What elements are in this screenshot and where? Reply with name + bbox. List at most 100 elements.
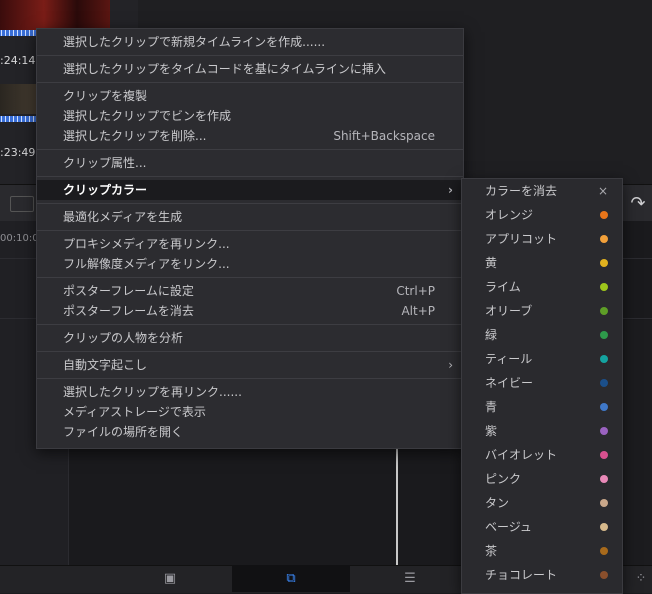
color-option-label: オレンジ bbox=[485, 208, 534, 222]
color-option-label: ベージュ bbox=[485, 520, 532, 534]
color-option[interactable]: ピンク bbox=[462, 467, 622, 491]
menu-item[interactable]: メディアストレージで表示 bbox=[37, 402, 463, 422]
timeline-scroll-region[interactable] bbox=[624, 320, 652, 565]
menu-item[interactable]: 選択したクリップをタイムコードを基にタイムラインに挿入 bbox=[37, 59, 463, 79]
color-option-label: ティール bbox=[485, 352, 533, 366]
menu-item-label: 最適化メディアを生成 bbox=[63, 210, 183, 224]
menu-item[interactable]: フル解像度メディアをリンク... bbox=[37, 254, 463, 274]
color-option[interactable]: 緑 bbox=[462, 323, 622, 347]
menu-group: 選択したクリップを再リンク...... メディアストレージで表示 ファイルの場所を開… bbox=[37, 379, 463, 445]
redo-icon[interactable]: ↷ bbox=[626, 192, 650, 216]
menu-group: 選択したクリップで新規タイムラインを作成...... bbox=[37, 29, 463, 56]
menu-item-label: 自動文字起こし bbox=[63, 358, 148, 372]
menu-item[interactable]: 最適化メディアを生成 bbox=[37, 207, 463, 227]
menu-item[interactable]: ポスターフレームに設定 Ctrl+P bbox=[37, 281, 463, 301]
color-option[interactable]: ティール bbox=[462, 347, 622, 371]
menu-item[interactable]: プロキシメディアを再リンク... bbox=[37, 234, 463, 254]
menu-item-label: 選択したクリップでビンを作成 bbox=[63, 109, 232, 123]
color-option[interactable]: チョコレート bbox=[462, 563, 622, 587]
menu-item-label: クリップの人物を分析 bbox=[63, 331, 184, 345]
clear-color-label: カラーを消去 bbox=[485, 184, 558, 198]
color-option[interactable]: 紫 bbox=[462, 419, 622, 443]
clip-color-submenu: カラーを消去 × オレンジアプリコット黄ライムオリーブ緑ティールネイビー青紫バイ… bbox=[461, 178, 623, 594]
media-page-icon[interactable]: ▣ bbox=[140, 565, 200, 592]
drag-handle[interactable] bbox=[10, 196, 34, 212]
menu-item-label: クリップを複製 bbox=[63, 89, 148, 103]
color-option[interactable]: 茶 bbox=[462, 539, 622, 563]
color-option[interactable]: オリーブ bbox=[462, 299, 622, 323]
color-option-label: ライム bbox=[485, 280, 521, 294]
menu-group: クリップの人物を分析 bbox=[37, 325, 463, 352]
color-swatch-icon bbox=[600, 499, 608, 507]
color-option-label: ピンク bbox=[485, 472, 522, 486]
color-swatch-icon bbox=[600, 451, 608, 459]
menu-item-label: メディアストレージで表示 bbox=[63, 405, 206, 419]
clip-context-menu: 選択したクリップで新規タイムラインを作成...... 選択したクリップをタイムコー… bbox=[36, 28, 464, 449]
menu-group: 自動文字起こし › bbox=[37, 352, 463, 379]
color-option[interactable]: ベージュ bbox=[462, 515, 622, 539]
color-option-label: 茶 bbox=[485, 544, 498, 558]
menu-item[interactable]: ファイルの場所を開く bbox=[37, 422, 463, 442]
color-option-label: 緑 bbox=[485, 328, 498, 342]
color-option-label: タン bbox=[485, 496, 510, 510]
menu-item[interactable]: ポスターフレームを消去 Alt+P bbox=[37, 301, 463, 321]
menu-item[interactable]: 選択したクリップで新規タイムラインを作成...... bbox=[37, 32, 463, 52]
color-swatch-icon bbox=[600, 475, 608, 483]
menu-item-label: クリップカラー bbox=[63, 183, 148, 197]
menu-item[interactable]: 選択したクリップを再リンク...... bbox=[37, 382, 463, 402]
chevron-right-icon: › bbox=[448, 183, 453, 197]
color-option-label: 紫 bbox=[485, 424, 498, 438]
close-icon: × bbox=[597, 184, 608, 198]
color-swatch-icon bbox=[600, 307, 608, 315]
menu-group: クリップカラー › bbox=[37, 177, 463, 204]
menu-item[interactable]: クリップの人物を分析 bbox=[37, 328, 463, 348]
color-swatch-icon bbox=[600, 283, 608, 291]
color-swatch-icon bbox=[600, 427, 608, 435]
menu-item-label: ファイルの場所を開く bbox=[63, 425, 184, 439]
color-option-label: チョコレート bbox=[485, 568, 558, 582]
clip-thumbnail[interactable] bbox=[0, 0, 110, 30]
menu-item[interactable]: 選択したクリップでビンを作成 bbox=[37, 106, 463, 126]
menu-group: クリップ属性... bbox=[37, 150, 463, 177]
menu-group: クリップを複製選択したクリップでビンを作成 選択したクリップを削除... Shift… bbox=[37, 83, 463, 150]
menu-item-label: 選択したクリップをタイムコードを基にタイムラインに挿入 bbox=[63, 62, 386, 76]
more-icon[interactable]: ⁘ bbox=[630, 565, 652, 592]
color-swatch-icon bbox=[600, 547, 608, 555]
color-option[interactable]: オレンジ bbox=[462, 203, 622, 227]
clear-color-item[interactable]: カラーを消去 × bbox=[462, 179, 622, 203]
color-option-label: バイオレット bbox=[485, 448, 558, 462]
menu-item-shortcut: Alt+P bbox=[401, 304, 435, 318]
color-swatch-icon bbox=[600, 523, 608, 531]
menu-item-label: 選択したクリップを削除... bbox=[63, 129, 207, 143]
menu-group: 選択したクリップをタイムコードを基にタイムラインに挿入 bbox=[37, 56, 463, 83]
menu-item-shortcut: Shift+Backspace bbox=[333, 129, 435, 143]
color-option[interactable]: ネイビー bbox=[462, 371, 622, 395]
menu-item[interactable]: クリップカラー › bbox=[37, 180, 463, 200]
color-option[interactable]: バイオレット bbox=[462, 443, 622, 467]
color-option-label: アプリコット bbox=[485, 232, 558, 246]
color-swatch-icon bbox=[600, 259, 608, 267]
color-option[interactable]: アプリコット bbox=[462, 227, 622, 251]
playhead[interactable] bbox=[396, 440, 398, 565]
color-option-label: オリーブ bbox=[485, 304, 533, 318]
menu-item[interactable]: クリップを複製 bbox=[37, 86, 463, 106]
menu-item-label: フル解像度メディアをリンク... bbox=[63, 257, 230, 271]
color-option[interactable]: 黄 bbox=[462, 251, 622, 275]
clip-timecode: :24:14 bbox=[0, 54, 36, 67]
color-option-label: 黄 bbox=[485, 256, 498, 270]
chevron-right-icon: › bbox=[448, 358, 453, 372]
color-swatch-icon bbox=[600, 211, 608, 219]
color-option[interactable]: 青 bbox=[462, 395, 622, 419]
menu-item[interactable]: 自動文字起こし › bbox=[37, 355, 463, 375]
color-swatch-icon bbox=[600, 355, 608, 363]
menu-item[interactable]: 選択したクリップを削除... Shift+Backspace bbox=[37, 126, 463, 146]
menu-item-label: ポスターフレームに設定 bbox=[63, 284, 194, 298]
color-swatch-icon bbox=[600, 235, 608, 243]
color-option[interactable]: ライム bbox=[462, 275, 622, 299]
cut-page-icon[interactable]: ⧉ bbox=[232, 565, 350, 592]
menu-item-label: 選択したクリップで新規タイムラインを作成...... bbox=[63, 35, 326, 49]
edit-page-icon[interactable]: ☰ bbox=[380, 565, 440, 592]
color-option[interactable]: タン bbox=[462, 491, 622, 515]
menu-item[interactable]: クリップ属性... bbox=[37, 153, 463, 173]
color-swatch-icon bbox=[600, 571, 608, 579]
